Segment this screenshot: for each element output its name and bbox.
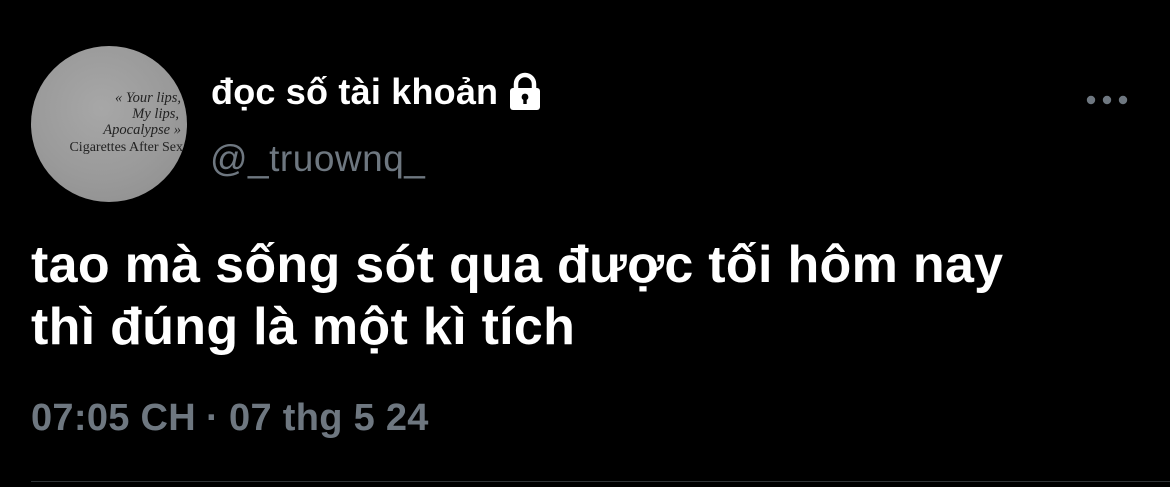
tweet-timestamp[interactable]: 07:05 CH · 07 thg 5 24 <box>31 397 429 440</box>
tweet-text-line: tao mà sống sót qua được tối hôm nay <box>31 236 1004 294</box>
divider <box>31 481 1170 482</box>
tweet-time: 07:05 CH <box>31 397 197 439</box>
avatar-album-art: « Your lips, My lips, Apocalypse » Cigar… <box>31 46 187 202</box>
display-name[interactable]: đọc số tài khoản <box>211 71 498 113</box>
avatar-text-line: Apocalypse » <box>103 122 181 138</box>
avatar[interactable]: « Your lips, My lips, Apocalypse » Cigar… <box>31 46 187 202</box>
more-options-button[interactable] <box>1080 88 1134 112</box>
user-name-row: đọc số tài khoản <box>211 70 546 114</box>
tweet: « Your lips, My lips, Apocalypse » Cigar… <box>0 0 1170 487</box>
user-handle[interactable]: @_truownq_ <box>210 138 425 180</box>
lock-icon <box>504 72 546 112</box>
tweet-text: tao mà sống sót qua được tối hôm nay thì… <box>31 234 1141 358</box>
avatar-text-line: Cigarettes After Sex <box>69 140 183 155</box>
avatar-text-line: « Your lips, <box>115 90 181 106</box>
tweet-date: 07 thg 5 24 <box>229 397 429 439</box>
more-horizontal-icon <box>1086 95 1128 105</box>
tweet-text-line: thì đúng là một kì tích <box>31 298 576 356</box>
avatar-text-line: My lips, <box>132 106 179 122</box>
timestamp-separator: · <box>206 397 220 439</box>
